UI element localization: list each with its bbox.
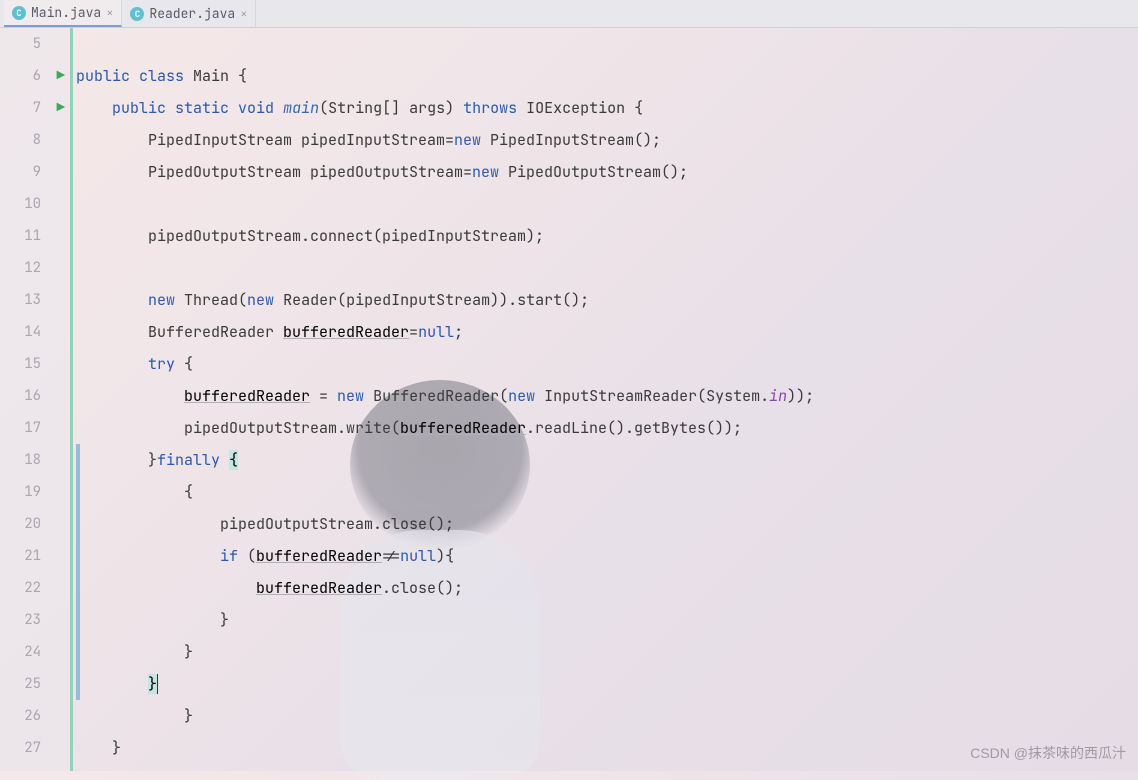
close-icon[interactable]: × (106, 5, 113, 21)
line-number[interactable]: 11 (0, 220, 71, 252)
line-number[interactable]: 9 (0, 156, 71, 188)
line-number[interactable]: 25 (0, 668, 71, 700)
code-line[interactable]: { (76, 476, 1138, 508)
code-line[interactable] (76, 188, 1138, 220)
line-number[interactable]: 24 (0, 636, 71, 668)
code-line[interactable]: } (76, 732, 1138, 764)
code-area[interactable]: public class Main { public static void m… (72, 28, 1138, 771)
code-line[interactable]: } (76, 604, 1138, 636)
line-number[interactable]: 27 (0, 732, 71, 764)
code-line[interactable]: try { (76, 348, 1138, 380)
code-line[interactable] (76, 28, 1138, 60)
line-number[interactable]: 16 (0, 380, 71, 412)
line-number[interactable]: 20 (0, 508, 71, 540)
code-line[interactable]: } (76, 700, 1138, 732)
gutter: 56▶7▶89101112131415161718192021222324252… (0, 28, 72, 771)
line-number[interactable]: 6▶ (0, 60, 71, 92)
code-line[interactable]: pipedOutputStream.write(bufferedReader.r… (76, 412, 1138, 444)
line-number[interactable]: 12 (0, 252, 71, 284)
code-line[interactable] (76, 252, 1138, 284)
line-number[interactable]: 14 (0, 316, 71, 348)
run-gutter-icon[interactable]: ▶ (57, 67, 65, 85)
line-number[interactable]: 19 (0, 476, 71, 508)
java-class-icon: C (130, 7, 144, 21)
line-number[interactable]: 15 (0, 348, 71, 380)
editor-tabs: C Main.java × C Reader.java × (0, 0, 1138, 28)
code-line[interactable]: } (76, 668, 1138, 700)
code-line[interactable]: BufferedReader bufferedReader=null; (76, 316, 1138, 348)
line-number[interactable]: 7▶ (0, 92, 71, 124)
code-line[interactable]: if (bufferedReader!=null){ (76, 540, 1138, 572)
code-line[interactable]: public class Main { (76, 60, 1138, 92)
line-number[interactable]: 8 (0, 124, 71, 156)
code-line[interactable]: PipedOutputStream pipedOutputStream=new … (76, 156, 1138, 188)
code-line[interactable]: bufferedReader = new BufferedReader(new … (76, 380, 1138, 412)
editor-area[interactable]: 56▶7▶89101112131415161718192021222324252… (0, 28, 1138, 771)
code-line[interactable]: } (76, 636, 1138, 668)
line-number[interactable]: 10 (0, 188, 71, 220)
code-line[interactable]: }finally { (76, 444, 1138, 476)
text-caret (157, 674, 158, 694)
line-number[interactable]: 23 (0, 604, 71, 636)
close-icon[interactable]: × (240, 6, 247, 22)
line-number[interactable]: 17 (0, 412, 71, 444)
tab-main-java[interactable]: C Main.java × (4, 0, 122, 27)
code-line[interactable]: pipedOutputStream.connect(pipedInputStre… (76, 220, 1138, 252)
line-number[interactable]: 26 (0, 700, 71, 732)
java-class-icon: C (12, 6, 26, 20)
tab-label: Reader.java (149, 5, 235, 22)
line-number[interactable]: 13 (0, 284, 71, 316)
line-number[interactable]: 21 (0, 540, 71, 572)
line-number[interactable]: 5 (0, 28, 71, 60)
tab-reader-java[interactable]: C Reader.java × (122, 0, 256, 27)
code-line[interactable]: public static void main(String[] args) t… (76, 92, 1138, 124)
line-number[interactable]: 22 (0, 572, 71, 604)
run-gutter-icon[interactable]: ▶ (57, 99, 65, 117)
line-number[interactable]: 18 (0, 444, 71, 476)
code-line[interactable]: new Thread(new Reader(pipedInputStream))… (76, 284, 1138, 316)
code-line[interactable]: bufferedReader.close(); (76, 572, 1138, 604)
code-line[interactable]: PipedInputStream pipedInputStream=new Pi… (76, 124, 1138, 156)
code-line[interactable]: pipedOutputStream.close(); (76, 508, 1138, 540)
tab-label: Main.java (31, 4, 101, 21)
